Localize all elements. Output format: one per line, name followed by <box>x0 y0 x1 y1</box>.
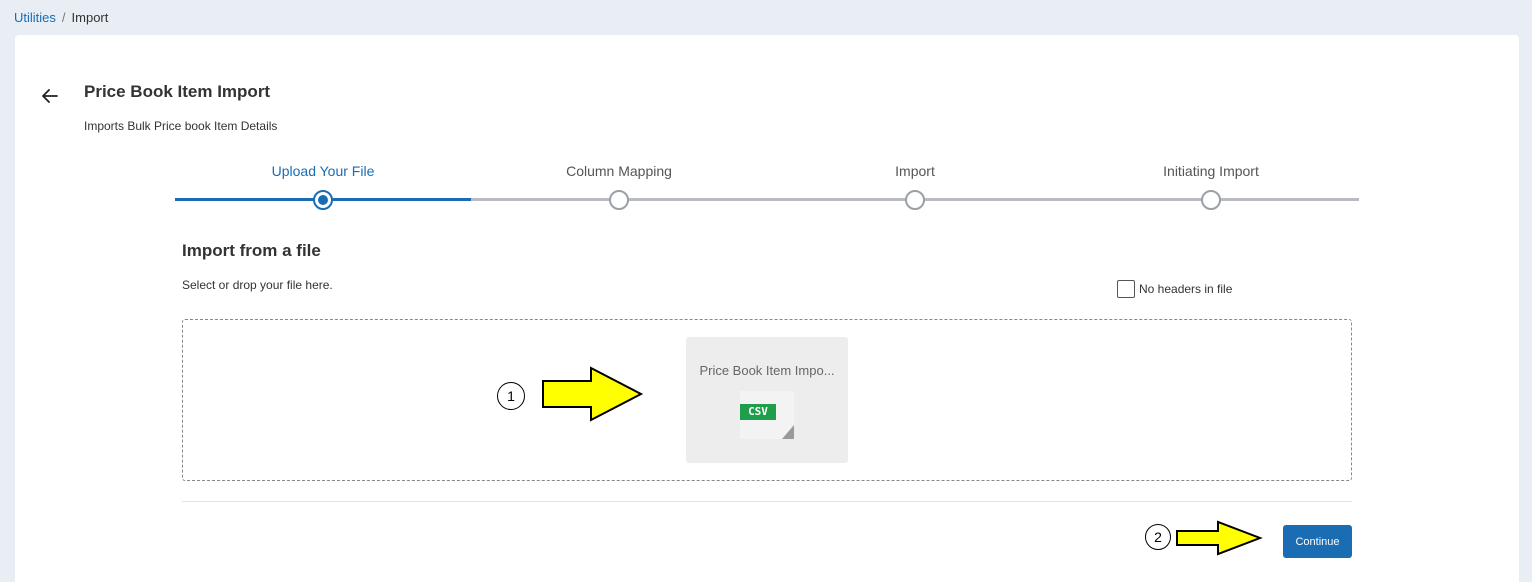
annotation-number-1: 1 <box>497 382 525 410</box>
step-label: Import <box>895 163 935 179</box>
page-subtitle: Imports Bulk Price book Item Details <box>84 119 278 133</box>
csv-file-icon: CSV <box>740 391 796 446</box>
step-indicator <box>609 190 629 210</box>
breadcrumb: Utilities / Import <box>14 10 108 25</box>
uploaded-file-tile[interactable]: Price Book Item Impo... CSV <box>686 337 848 463</box>
step-column-mapping[interactable]: Column Mapping <box>471 160 767 210</box>
step-indicator <box>313 190 333 210</box>
annotation-arrow-1-icon <box>542 366 644 422</box>
file-dropzone[interactable]: Price Book Item Impo... CSV <box>182 319 1352 481</box>
no-headers-checkbox[interactable]: No headers in file <box>1117 280 1232 298</box>
step-indicator <box>1201 190 1221 210</box>
step-upload-your-file[interactable]: Upload Your File <box>175 160 471 210</box>
csv-badge: CSV <box>740 404 776 420</box>
breadcrumb-separator: / <box>61 10 66 25</box>
file-name: Price Book Item Impo... <box>699 363 835 378</box>
arrow-left-icon <box>42 89 58 103</box>
step-label: Column Mapping <box>566 163 672 179</box>
import-stepper: Upload Your File Column Mapping Import I… <box>175 160 1359 210</box>
annotation-number-2: 2 <box>1145 524 1171 550</box>
divider <box>182 501 1352 502</box>
step-label: Upload Your File <box>271 163 375 179</box>
section-title: Import from a file <box>182 241 321 260</box>
upload-hint: Select or drop your file here. <box>182 278 333 292</box>
no-headers-label: No headers in file <box>1139 282 1233 296</box>
annotation-arrow-2-icon <box>1176 520 1263 556</box>
continue-button[interactable]: Continue <box>1283 525 1352 558</box>
breadcrumb-current: Import <box>71 10 109 25</box>
import-card: Price Book Item Import Imports Bulk Pric… <box>15 35 1519 582</box>
step-label: Initiating Import <box>1163 163 1259 179</box>
step-initiating-import[interactable]: Initiating Import <box>1063 160 1359 210</box>
step-import[interactable]: Import <box>767 160 1063 210</box>
step-indicator <box>905 190 925 210</box>
breadcrumb-link-utilities[interactable]: Utilities <box>14 10 56 25</box>
page-title: Price Book Item Import <box>84 82 271 101</box>
checkbox-box[interactable] <box>1117 280 1135 298</box>
back-button[interactable] <box>39 85 61 107</box>
